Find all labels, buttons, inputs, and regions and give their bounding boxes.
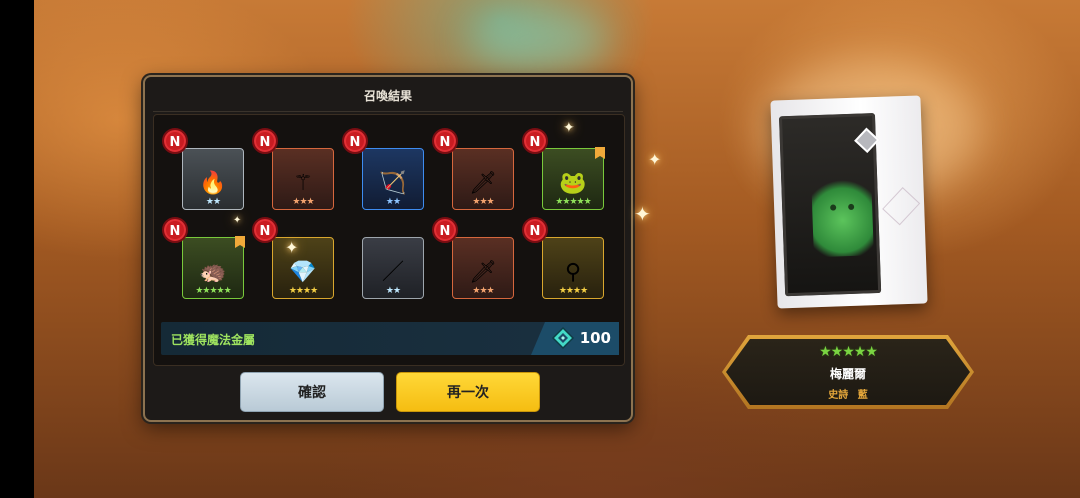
summon-result-item[interactable]: 💎 ★★★★ [272,237,334,299]
status-bar: 已獲得魔法金屬 100 [161,322,619,355]
new-badge: N [432,217,458,243]
purple-wand-icon: ／ [381,260,405,285]
sparkle-icon: ✦ [563,120,575,136]
item-stars: ★★★ [472,197,494,207]
magic-metal-icon [551,326,575,350]
summon-result-item[interactable]: 🐸 ★★★★★ [542,147,605,210]
red-beast-icon: 🦔 [199,260,227,285]
sparkle-icon: ✦ [648,150,662,169]
item-stars: ★★★★★ [555,197,591,207]
blue-blade-icon: 🗡 [469,171,497,196]
item-stars: ★★★ [292,197,314,207]
new-badge: N [162,217,188,243]
dark-staff-icon: ⚲ [564,260,582,285]
new-badge: N [252,128,278,154]
item-stars: ★★★★★ [195,286,231,296]
item-stars: ★★ [385,197,401,207]
confirm-button[interactable]: 確認 [240,372,384,412]
bow-icon: 🏹 [379,171,407,196]
magic-metal-counter: 100 [531,322,619,355]
status-message: 已獲得魔法金屬 [171,333,256,347]
green-creature-icon: 🐸 [559,171,587,196]
dialog-title: 召喚結果 [363,89,412,103]
sparkle-icon: ✦ [233,215,242,226]
summon-result-item[interactable]: 🦔 ★★★★★ [182,236,245,299]
item-stars: ★★★★ [288,286,318,296]
screen-edge-bar [0,0,34,498]
great-sword-icon: 🗡 [469,260,497,285]
title-divider [153,111,623,112]
hero-element: 藍 [857,390,868,401]
portrait-eye [830,204,837,211]
new-badge: N [522,217,548,243]
hero-stars: ★★★★★ [819,344,877,360]
fire-orb-icon: 🔥 [199,171,227,196]
item-stars: ★★ [385,286,401,296]
new-badge: N [522,128,548,154]
item-stars: ★★★ [472,286,494,296]
hero-card-box [770,95,928,309]
summon-result-dialog: 召喚結果 🔥 ★★ N ⚚ ★★★ N 🏹 ★★ N 🗡 ★★★ N 🐸 ★★★★★ N 🦔 ★★★★★ N 💎 ★★… [143,75,633,422]
bookmark-icon [595,147,605,159]
hero-attributes: 史詩 藍 [726,386,970,401]
results-grid: 🔥 ★★ N ⚚ ★★★ N 🏹 ★★ N 🗡 ★★★ N 🐸 ★★★★★ N 🦔 ★★★★★ N 💎 ★★★★ N ／ ★… [153,114,625,366]
summon-again-button[interactable]: 再一次 [396,372,540,412]
hero-name: 梅麗爾 [829,367,866,381]
bookmark-icon [235,236,245,248]
summon-result-item[interactable]: ⚚ ★★★ [272,148,334,210]
hero-grade: 史詩 [828,390,849,401]
summon-result-item[interactable]: ⚲ ★★★★ [542,237,604,299]
sparkle-icon: ✦ [285,238,299,257]
magic-metal-count: 100 [579,329,611,347]
summon-result-item[interactable]: 🔥 ★★ [182,148,244,210]
new-badge: N [432,128,458,154]
portrait-eye [848,203,855,211]
summon-result-item[interactable]: 🗡 ★★★ [452,148,514,210]
summon-result-item[interactable]: 🏹 ★★ [362,148,424,210]
new-badge: N [162,128,188,154]
summon-result-item[interactable]: 🗡 ★★★ [452,237,514,299]
summon-result-item[interactable]: ／ ★★ [362,237,424,299]
new-badge: N [252,217,278,243]
background-glow [470,10,610,70]
crystal-gauntlet-icon: 💎 [289,260,317,285]
hero-info-plate: ★★★★★ 梅麗爾 史詩 藍 [726,339,970,405]
item-stars: ★★★★ [558,286,588,296]
item-stars: ★★ [205,197,221,207]
hero-portrait [811,175,874,258]
sparkle-icon: ✦ [634,202,651,226]
new-badge: N [342,128,368,154]
ice-staff-icon: ⚚ [293,171,313,196]
